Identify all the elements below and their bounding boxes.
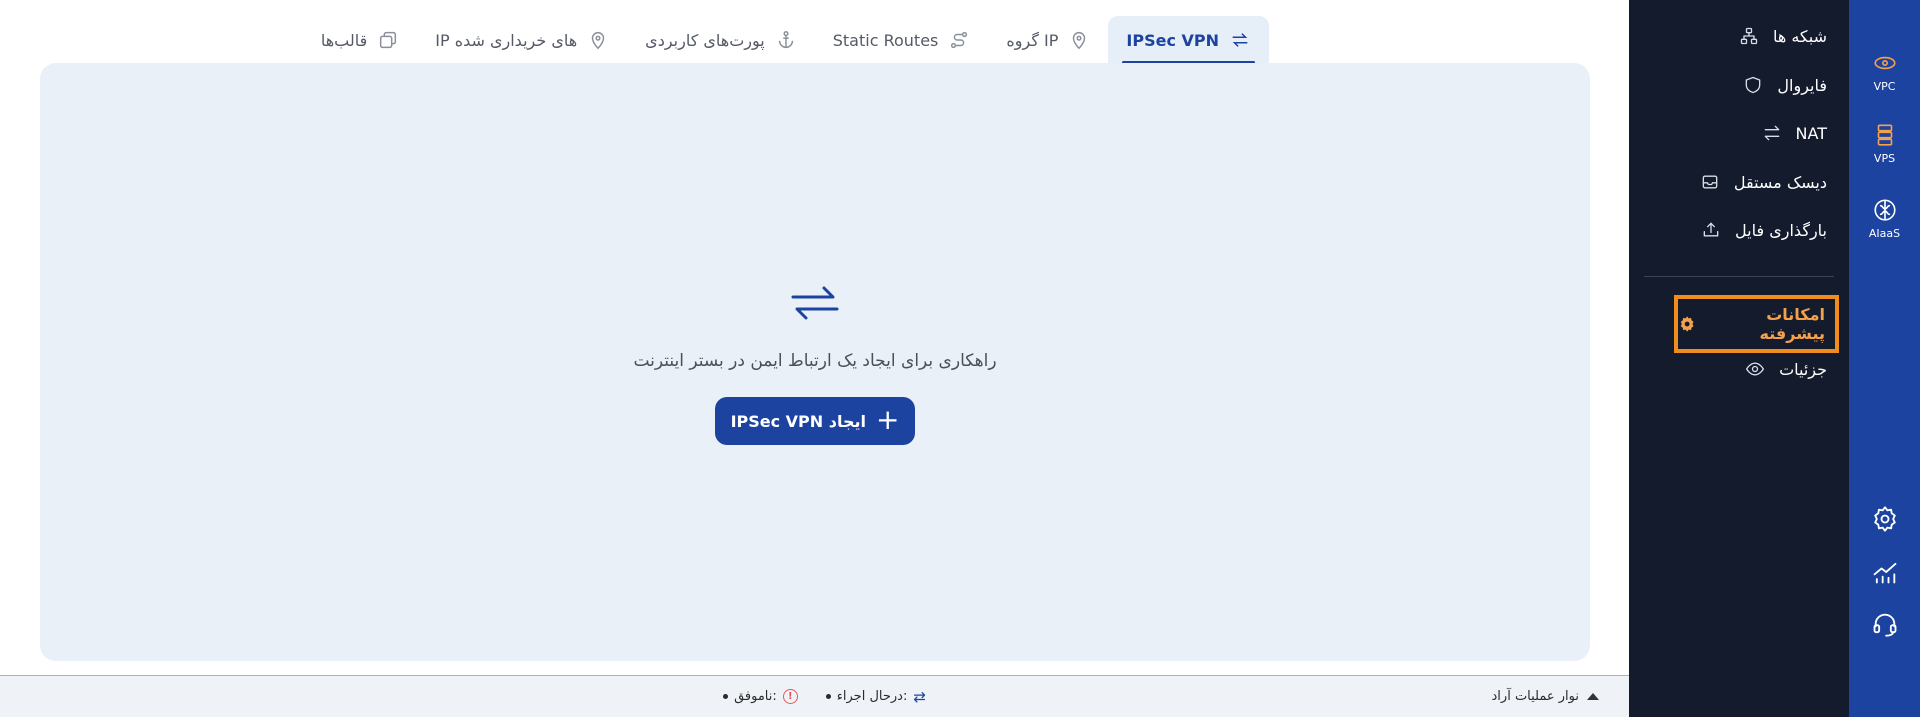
ipsec-exchange-icon [785,273,845,333]
route-icon [951,31,968,49]
menu-item-label: بارگذاری فایل [1735,220,1827,240]
location-pin-icon [1073,32,1086,50]
gear-icon [1873,506,1896,532]
strip-item-aiaas[interactable]: AIaaS [1849,197,1920,240]
disk-icon [1702,175,1718,189]
menu-item-nat[interactable]: NAT [1762,123,1827,143]
templates-icon [380,31,397,49]
vpc-icon [1873,56,1896,70]
side-menu: شبکه ها فایروال NAT دیسک مستقل بارگذاری … [1629,0,1849,717]
strip-item-vpc[interactable]: VPC [1849,50,1920,93]
menu-item-details[interactable]: جزئیات [1745,359,1827,379]
menu-item-label: NAT [1795,123,1827,143]
tab-app-ports[interactable]: پورت‌های کاربردی [627,16,815,64]
menu-item-firewall[interactable]: فایروال [1743,75,1827,95]
network-icon [1740,27,1758,45]
gear-icon [1680,316,1694,332]
tab-label: IPSec VPN [1126,30,1219,50]
upload-icon [1703,222,1719,237]
menu-item-disk[interactable]: دیسک مستقل [1700,172,1827,192]
tab-label: گروه IP [1006,30,1059,50]
main-area: IPSec VPN گروه IP Static Routes پورت‌های… [0,0,1629,717]
reports-button[interactable] [1849,558,1920,586]
anchor-icon [778,31,793,49]
menu-item-advanced-features[interactable]: امکانات پیشرفته [1674,295,1839,353]
tab-bar: IPSec VPN گروه IP Static Routes پورت‌های… [303,16,1269,64]
operations-status-bar: نوار عملیات آراد ⇄ درحال اجراء: ! ناموفق… [0,675,1629,717]
menu-item-upload[interactable]: بارگذاری فایل [1701,220,1827,240]
tab-ip-group[interactable]: گروه IP [988,16,1108,64]
shield-icon [1746,76,1761,94]
alert-icon: ! [782,689,798,704]
strip-item-vps[interactable]: VPS [1849,122,1920,165]
menu-divider [1644,276,1834,277]
tab-label: قالب‌ها [320,30,368,50]
support-button[interactable] [1849,610,1920,638]
strip-item-label: VPC [1873,80,1896,93]
brain-icon [1873,199,1896,221]
tab-static-routes[interactable]: Static Routes [815,16,989,64]
empty-state: راهکاری برای ایجاد یک ارتباط ایمن در بست… [40,273,1590,445]
headset-icon [1873,613,1896,637]
failed-label: ناموفق: [734,689,777,704]
operations-bar-label: نوار عملیات آراد [1491,689,1579,704]
operations-summary: ⇄ درحال اجراء: ! ناموفق: [695,688,935,706]
plus-icon: + [875,402,900,436]
caret-up-icon [1587,693,1599,700]
menu-item-label: دیسک مستقل [1733,172,1827,192]
running-indicator [825,694,831,699]
content-panel: راهکاری برای ایجاد یک ارتباط ایمن در بست… [40,63,1590,661]
product-strip: VPC VPS AIaaS [1849,0,1920,717]
create-button-label: ایجاد IPSec VPN [730,411,866,431]
running-count: ⇄ درحال اجراء: [825,687,926,706]
settings-button[interactable] [1849,505,1920,533]
details-label: جزئیات [1779,359,1827,379]
tab-purchased-ips[interactable]: IP های خریداری شده [417,16,627,64]
running-label: درحال اجراء: [836,689,908,704]
failed-indicator [723,694,729,699]
advanced-features-label: امکانات پیشرفته [1759,305,1825,343]
arrows-swap-icon [1764,125,1779,141]
ipsec-exchange-icon [1232,33,1248,47]
tab-label: IP های خریداری شده [435,30,578,50]
eye-icon [1746,362,1765,376]
location-pin-icon [591,32,605,50]
server-icon [1877,124,1892,146]
strip-item-label: AIaaS [1868,227,1901,240]
menu-item-label: فایروال [1777,75,1827,95]
menu-item-networks[interactable]: شبکه ها [1739,26,1827,46]
sync-icon: ⇄ [913,687,926,706]
tab-label: Static Routes [832,30,939,50]
tab-ipsec-vpn[interactable]: IPSec VPN [1108,16,1269,64]
strip-item-label: VPS [1873,152,1896,165]
chart-icon [1873,562,1896,584]
tab-label: پورت‌های کاربردی [645,30,765,50]
empty-state-description: راهکاری برای ایجاد یک ارتباط ایمن در بست… [633,351,997,371]
create-ipsec-vpn-button[interactable]: + ایجاد IPSec VPN [715,397,915,445]
failed-count: ! ناموفق: [723,689,798,704]
menu-item-label: شبکه ها [1772,26,1827,46]
operations-bar-toggle[interactable]: نوار عملیات آراد [1492,689,1599,704]
tab-templates[interactable]: قالب‌ها [303,16,417,64]
